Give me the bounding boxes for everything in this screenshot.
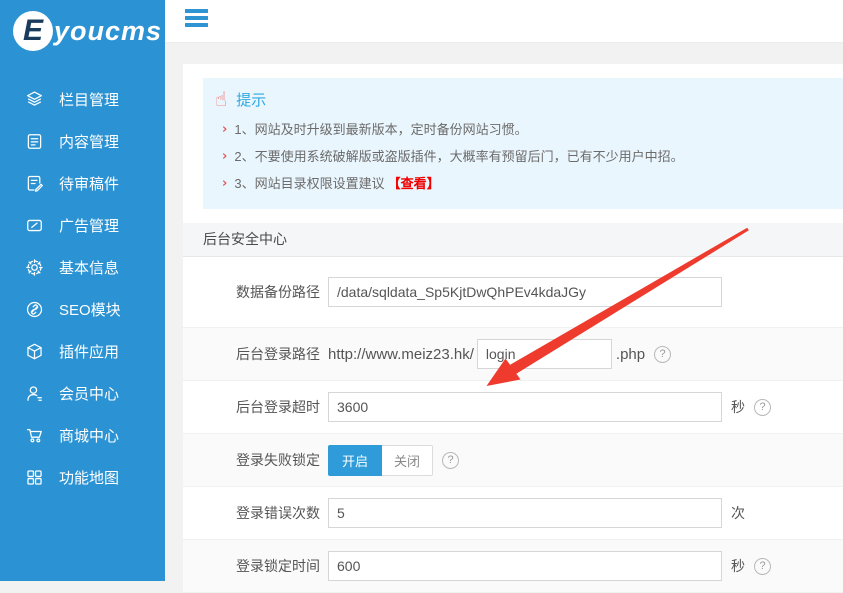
hand-tap-icon: ☝	[215, 89, 227, 109]
bullet-arrow-icon: ›	[222, 170, 227, 197]
login-path-suffix: .php	[616, 346, 645, 363]
sidebar-item-content-manage[interactable]: 内容管理	[0, 120, 165, 162]
sidebar-item-label: SEO模块	[59, 299, 121, 320]
form-row-login-timeout: 后台登录超时 秒 ?	[183, 381, 843, 433]
form-row-error-times: 登录错误次数 次	[183, 487, 843, 539]
logo-letter-icon: E	[13, 11, 53, 51]
main-panel: ☝ 提示 › 1、网站及时升级到最新版本，定时备份网站习惯。 › 2、不要使用系…	[183, 64, 843, 581]
backup-path-input[interactable]	[328, 277, 722, 307]
form-row-backup-path: 数据备份路径	[183, 257, 843, 327]
topbar	[165, 0, 843, 43]
form-row-lock-time: 登录锁定时间 秒 ?	[183, 539, 843, 593]
lock-time-input[interactable]	[328, 551, 722, 581]
tip-item: › 3、网站目录权限设置建议 【查看】	[215, 170, 833, 197]
login-timeout-label: 后台登录超时	[183, 397, 320, 417]
tip-title-row: ☝ 提示	[215, 86, 833, 112]
tip-item: › 2、不要使用系统破解版或盗版插件，大概率有预留后门，已有不少用户中招。	[215, 143, 833, 170]
bullet-arrow-icon: ›	[222, 143, 227, 170]
section-title: 后台安全中心	[183, 223, 843, 257]
help-icon[interactable]: ?	[754, 399, 771, 416]
login-timeout-input[interactable]	[328, 392, 722, 422]
login-path-input[interactable]	[477, 339, 612, 369]
content-area: ☝ 提示 › 1、网站及时升级到最新版本，定时备份网站习惯。 › 2、不要使用系…	[165, 43, 843, 581]
sidebar-item-mall-center[interactable]: 商城中心	[0, 414, 165, 456]
login-path-label: 后台登录路径	[183, 344, 320, 364]
help-icon[interactable]: ?	[754, 558, 771, 575]
sidebar-menu: 栏目管理 内容管理 待审稿件 广告管理 基本信息	[0, 78, 165, 498]
sidebar-item-label: 基本信息	[59, 257, 119, 278]
cube-icon	[24, 341, 44, 361]
lock-time-label: 登录锁定时间	[183, 556, 320, 576]
tip-box: ☝ 提示 › 1、网站及时升级到最新版本，定时备份网站习惯。 › 2、不要使用系…	[203, 78, 843, 209]
sidebar-item-label: 栏目管理	[59, 89, 119, 110]
form-row-fail-lock: 登录失败锁定 开启 关闭 ?	[183, 433, 843, 487]
sidebar-item-label: 待审稿件	[59, 173, 119, 194]
link-circle-icon	[24, 299, 44, 319]
ad-card-icon	[24, 215, 44, 235]
sidebar-item-label: 插件应用	[59, 341, 119, 362]
view-link[interactable]: 【查看】	[388, 170, 440, 197]
error-times-input[interactable]	[328, 498, 722, 528]
tip-list: › 1、网站及时升级到最新版本，定时备份网站习惯。 › 2、不要使用系统破解版或…	[215, 116, 833, 197]
sidebar-item-label: 广告管理	[59, 215, 119, 236]
login-path-prefix: http://www.meiz23.hk/	[328, 346, 474, 363]
sidebar-item-seo-module[interactable]: SEO模块	[0, 288, 165, 330]
sidebar-item-label: 内容管理	[59, 131, 119, 152]
logo-text: youcms	[54, 16, 162, 47]
bullet-arrow-icon: ›	[222, 116, 227, 143]
app-logo[interactable]: E youcms	[0, 0, 165, 51]
help-icon[interactable]: ?	[654, 346, 671, 363]
sidebar-item-basic-info[interactable]: 基本信息	[0, 246, 165, 288]
fail-lock-toggle: 开启 关闭	[328, 445, 433, 476]
sidebar: E youcms 栏目管理 内容管理 待审稿件 广告管理	[0, 0, 165, 581]
document-edit-icon	[24, 173, 44, 193]
tip-item-text: 3、网站目录权限设置建议	[234, 170, 384, 197]
grid-icon	[24, 467, 44, 487]
sidebar-item-column-manage[interactable]: 栏目管理	[0, 78, 165, 120]
layers-icon	[24, 89, 44, 109]
error-times-unit: 次	[731, 503, 745, 523]
tip-item-text: 2、不要使用系统破解版或盗版插件，大概率有预留后门，已有不少用户中招。	[234, 143, 683, 170]
sidebar-item-label: 会员中心	[59, 383, 119, 404]
sidebar-item-ad-manage[interactable]: 广告管理	[0, 204, 165, 246]
backup-path-label: 数据备份路径	[183, 282, 320, 302]
fail-lock-label: 登录失败锁定	[183, 450, 320, 470]
help-icon[interactable]: ?	[442, 452, 459, 469]
login-timeout-unit: 秒	[731, 397, 745, 417]
cart-icon	[24, 425, 44, 445]
form-row-login-path: 后台登录路径 http://www.meiz23.hk/ .php ?	[183, 327, 843, 381]
tip-title: 提示	[236, 89, 266, 110]
sidebar-item-label: 功能地图	[59, 467, 119, 488]
sidebar-item-member-center[interactable]: 会员中心	[0, 372, 165, 414]
tip-item: › 1、网站及时升级到最新版本，定时备份网站习惯。	[215, 116, 833, 143]
hamburger-icon[interactable]	[185, 9, 208, 30]
security-form: 数据备份路径 后台登录路径 http://www.meiz23.hk/ .php…	[183, 257, 843, 593]
sidebar-item-pending-review[interactable]: 待审稿件	[0, 162, 165, 204]
sidebar-item-plugin-app[interactable]: 插件应用	[0, 330, 165, 372]
sidebar-item-function-map[interactable]: 功能地图	[0, 456, 165, 498]
sidebar-item-label: 商城中心	[59, 425, 119, 446]
toggle-on-button[interactable]: 开启	[328, 445, 382, 476]
lock-time-unit: 秒	[731, 556, 745, 576]
error-times-label: 登录错误次数	[183, 503, 320, 523]
gear-icon	[24, 257, 44, 277]
toggle-off-button[interactable]: 关闭	[382, 445, 433, 476]
member-icon	[24, 383, 44, 403]
tip-item-text: 1、网站及时升级到最新版本，定时备份网站习惯。	[234, 116, 527, 143]
document-icon	[24, 131, 44, 151]
